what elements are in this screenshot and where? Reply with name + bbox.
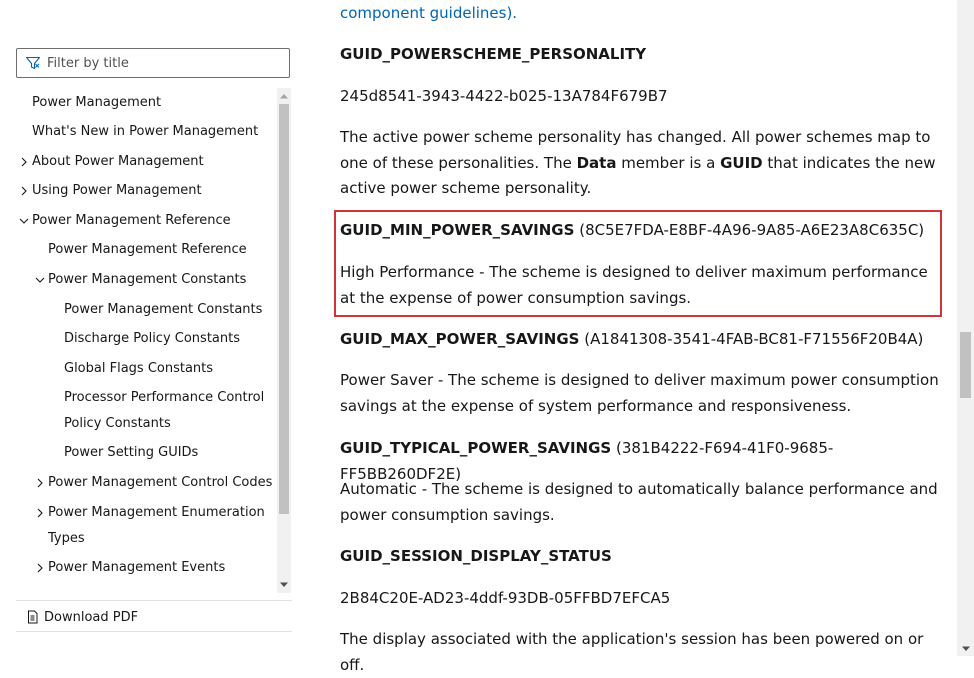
chevron-right-icon[interactable] xyxy=(34,500,46,526)
guid-description: The active power scheme personality has … xyxy=(340,125,940,202)
chevron-down-icon[interactable] xyxy=(34,267,46,293)
toc-item-label: Power Management Enumeration Types xyxy=(48,505,265,546)
guid-name: GUID_MAX_POWER_SAVINGS xyxy=(340,330,580,348)
toc-item-label: About Power Management xyxy=(32,154,204,169)
scroll-down-arrow-icon[interactable] xyxy=(957,642,974,656)
page-scrollbar[interactable] xyxy=(957,0,974,656)
chevron-down-icon[interactable] xyxy=(18,208,30,234)
divider xyxy=(16,631,292,632)
download-pdf-link[interactable]: Download PDF xyxy=(26,605,138,629)
guid-description: Automatic - The scheme is designed to au… xyxy=(340,480,938,524)
toc-item-processor-performance[interactable]: Processor Performance Control Policy Con… xyxy=(18,385,276,437)
article-content: component guidelines). GUID_POWERSCHEME_… xyxy=(340,0,940,674)
toc-item-label: Global Flags Constants xyxy=(64,361,214,376)
guid-description: Power Saver - The scheme is designed to … xyxy=(340,371,939,415)
desc-bold: GUID xyxy=(720,153,763,172)
highlight-box xyxy=(334,210,942,317)
chevron-right-icon[interactable] xyxy=(18,149,30,175)
toc-item-label: Power Management Reference xyxy=(48,242,247,257)
sidebar-toc: Power Management What's New in Power Man… xyxy=(0,0,300,656)
toc-list: Power Management What's New in Power Man… xyxy=(18,88,276,593)
filter-input[interactable] xyxy=(47,55,267,71)
pdf-download-icon xyxy=(28,610,38,624)
divider xyxy=(16,600,292,601)
toc-item-label: Discharge Policy Constants xyxy=(64,331,240,346)
toc-scrollbar-thumb[interactable] xyxy=(279,104,289,514)
scroll-up-arrow-icon[interactable] xyxy=(277,88,291,104)
toc-scrollbar[interactable] xyxy=(277,88,291,593)
guid-session-display-status-heading: GUID_SESSION_DISPLAY_STATUS xyxy=(340,547,612,565)
page-scrollbar-thumb[interactable] xyxy=(960,332,971,398)
desc-bold: Data xyxy=(576,153,617,172)
toc-item-label: Power Management Constants xyxy=(48,272,247,287)
guid-value: 2B84C20E-AD23-4ddf-93DB-05FFBD7EFCA5 xyxy=(340,589,671,607)
toc-item-enumeration-types[interactable]: Power Management Enumeration Types xyxy=(18,500,276,552)
filter-box[interactable] xyxy=(16,48,290,78)
toc-item-label: Power Management xyxy=(32,95,162,110)
toc-item-label: Power Management Control Codes xyxy=(48,475,273,490)
chevron-right-icon[interactable] xyxy=(18,178,30,204)
toc-item-label: Power Management Reference xyxy=(32,213,231,228)
toc-item-label: Using Power Management xyxy=(32,183,202,198)
toc-item-label: Power Setting GUIDs xyxy=(64,445,199,460)
toc-item-label: What's New in Power Management xyxy=(32,124,259,139)
toc-item-label: Power Management Events xyxy=(48,560,226,575)
filter-icon xyxy=(25,56,41,70)
guid-name: GUID_TYPICAL_POWER_SAVINGS xyxy=(340,439,612,457)
download-pdf-label: Download PDF xyxy=(44,609,139,625)
component-guidelines-link[interactable]: component guidelines). xyxy=(340,4,517,22)
guid-powerscheme-personality-heading: GUID_POWERSCHEME_PERSONALITY xyxy=(340,45,647,63)
guid-max-power-savings-entry: GUID_MAX_POWER_SAVINGS (A1841308-3541-4F… xyxy=(340,327,940,353)
chevron-right-icon[interactable] xyxy=(34,555,46,581)
scroll-down-arrow-icon[interactable] xyxy=(277,577,291,593)
desc-text: member is a xyxy=(616,153,721,172)
toc-item-label: Power Management Constants xyxy=(64,302,263,317)
chevron-right-icon[interactable] xyxy=(34,470,46,496)
guid-value: (A1841308-3541-4FAB-BC81-F71556F20B4A) xyxy=(584,330,924,348)
guid-value: 245d8541-3943-4422-b025-13A784F679B7 xyxy=(340,87,668,105)
guid-description: The display associated with the applicat… xyxy=(340,630,924,674)
toc-item-label: Processor Performance Control Policy Con… xyxy=(64,390,265,431)
